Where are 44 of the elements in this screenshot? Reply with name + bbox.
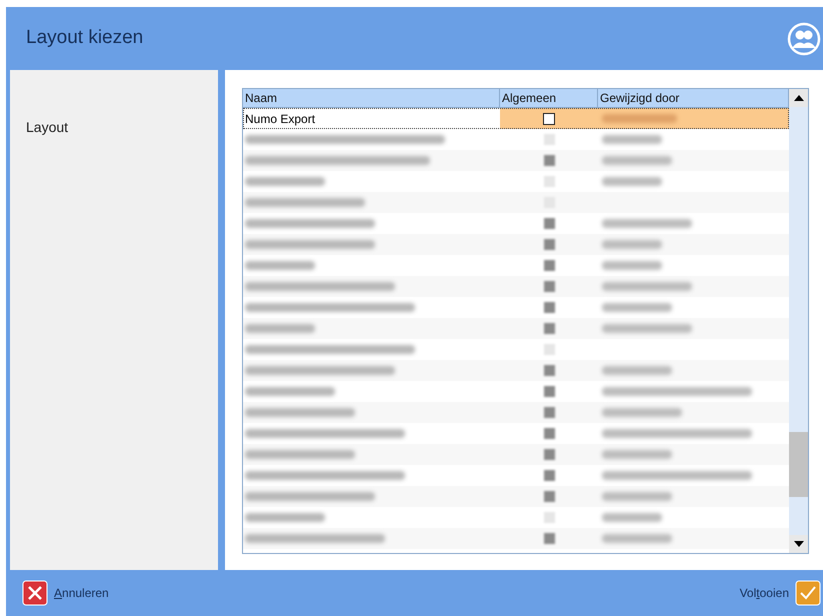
table-row[interactable] <box>243 360 789 381</box>
checkbox[interactable] <box>544 428 554 439</box>
table-row[interactable] <box>243 150 789 171</box>
checkbox[interactable] <box>544 512 554 523</box>
checkbox[interactable] <box>544 533 554 544</box>
table-row[interactable]: Numo Export <box>243 108 789 129</box>
scroll-down-icon[interactable] <box>789 535 808 553</box>
table-row[interactable] <box>243 486 789 507</box>
checkbox[interactable] <box>544 260 554 271</box>
section-label: Layout <box>26 119 68 135</box>
checkbox[interactable] <box>544 134 554 145</box>
table-row[interactable] <box>243 192 789 213</box>
checkbox[interactable] <box>544 155 554 166</box>
checkbox[interactable] <box>544 491 554 502</box>
checkbox[interactable] <box>544 176 554 187</box>
table-row[interactable] <box>243 444 789 465</box>
cancel-button[interactable]: Annuleren <box>22 580 109 606</box>
checkbox[interactable] <box>543 112 555 124</box>
checkbox[interactable] <box>544 281 554 292</box>
checkmark-icon <box>795 580 821 606</box>
column-header[interactable]: Naam <box>243 89 500 107</box>
people-icon <box>787 22 821 56</box>
window-title: Layout kiezen <box>26 26 144 50</box>
checkbox[interactable] <box>544 218 554 229</box>
scroll-up-icon[interactable] <box>789 89 808 107</box>
table-row[interactable] <box>243 276 789 297</box>
scrollbar[interactable] <box>789 89 808 553</box>
checkbox[interactable] <box>544 365 554 376</box>
table-row[interactable] <box>243 234 789 255</box>
checkbox[interactable] <box>544 302 554 313</box>
finish-button[interactable]: Voltooien <box>740 580 821 606</box>
checkbox[interactable] <box>544 239 554 250</box>
column-header[interactable]: Algemeen <box>500 89 598 107</box>
checkbox[interactable] <box>544 323 554 334</box>
checkbox[interactable] <box>544 386 554 397</box>
checkbox[interactable] <box>544 344 554 355</box>
close-icon <box>22 580 48 606</box>
checkbox[interactable] <box>544 449 554 460</box>
table-cell-text: Numo Export <box>245 110 316 128</box>
checkbox[interactable] <box>544 470 554 481</box>
scroll-thumb[interactable] <box>789 432 808 497</box>
checkbox[interactable] <box>544 407 554 418</box>
table-row[interactable] <box>243 402 789 423</box>
table-row[interactable] <box>243 318 789 339</box>
